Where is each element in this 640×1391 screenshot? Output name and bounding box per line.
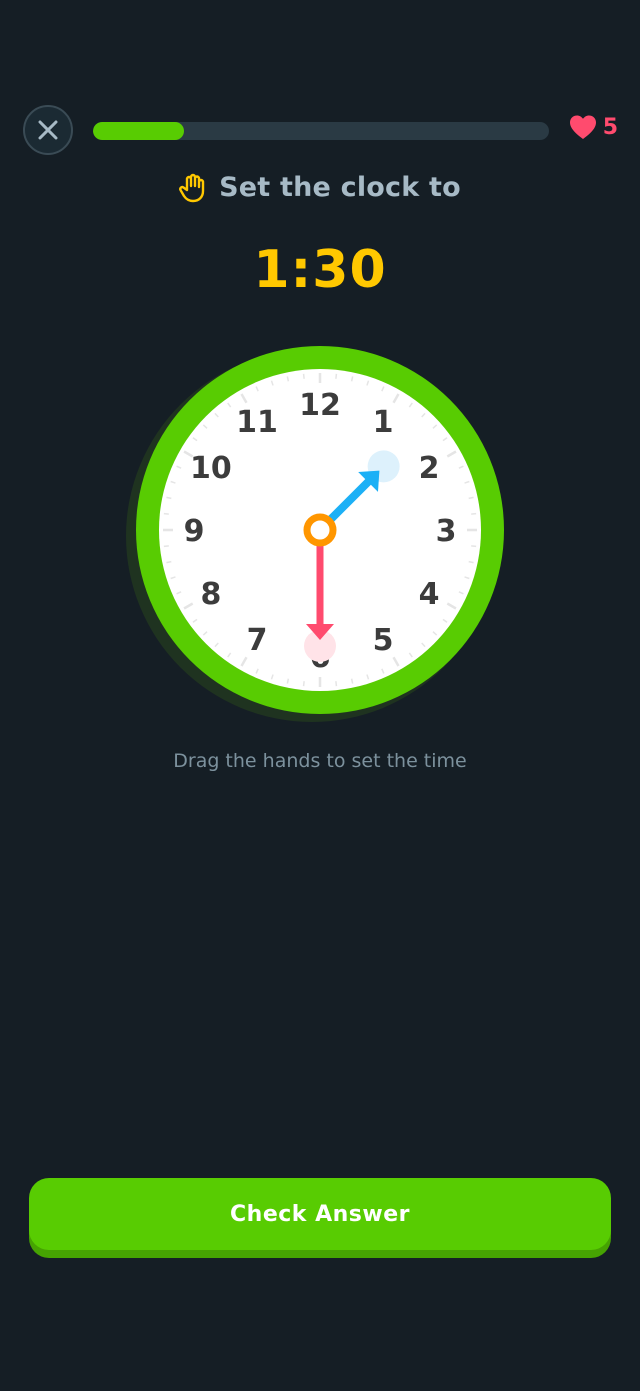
prompt: Set the clock to <box>0 172 640 203</box>
check-answer-label: Check Answer <box>230 1201 410 1227</box>
clock-tick <box>166 560 172 564</box>
lesson-progress-bar <box>93 122 549 140</box>
target-time: 1:30 <box>253 240 387 300</box>
progress-fill <box>93 122 185 140</box>
close-button[interactable] <box>23 105 73 155</box>
clock-number-12: 12 <box>299 388 341 423</box>
clock-tick <box>163 545 169 548</box>
prompt-text: Set the clock to <box>219 172 461 203</box>
clock-center <box>303 513 337 547</box>
clock-tick <box>302 681 305 687</box>
clock-tick <box>468 560 474 564</box>
clock[interactable]: 121234567891011 <box>120 340 520 740</box>
clock-number-9: 9 <box>184 514 205 549</box>
clock-lesson-screen: 5 Set the clock to 1:30 121234567891011 … <box>0 0 640 1391</box>
clock-number-3: 3 <box>436 514 457 549</box>
clock-number-4: 4 <box>419 577 440 612</box>
clock-number-2: 2 <box>419 451 440 486</box>
clock-tick <box>302 373 305 379</box>
clock-tick <box>286 376 290 382</box>
clock-tick <box>468 496 474 500</box>
clock-tick <box>350 376 354 382</box>
close-icon <box>38 120 58 140</box>
clock-number-5: 5 <box>373 623 394 658</box>
clock-number-1: 1 <box>373 405 394 440</box>
clock-face-svg: 121234567891011 <box>126 346 504 722</box>
clock-tick <box>166 496 172 500</box>
check-answer-button[interactable]: Check Answer <box>29 1178 611 1250</box>
hearts-count: 5 <box>602 114 618 140</box>
hand-icon <box>179 173 205 202</box>
clock-tick <box>350 678 354 684</box>
clock-tick <box>335 373 338 379</box>
hearts-counter: 5 <box>569 114 618 140</box>
clock-number-7: 7 <box>247 623 268 658</box>
clock-tick <box>471 512 477 515</box>
heart-icon <box>569 115 596 139</box>
clock-tick <box>335 681 338 687</box>
clock-number-10: 10 <box>190 451 232 486</box>
hint-text: Drag the hands to set the time <box>173 750 467 772</box>
clock-tick <box>163 512 169 515</box>
clock-number-11: 11 <box>236 405 278 440</box>
clock-number-8: 8 <box>200 577 221 612</box>
clock-tick <box>286 678 290 684</box>
clock-tick <box>471 545 477 548</box>
